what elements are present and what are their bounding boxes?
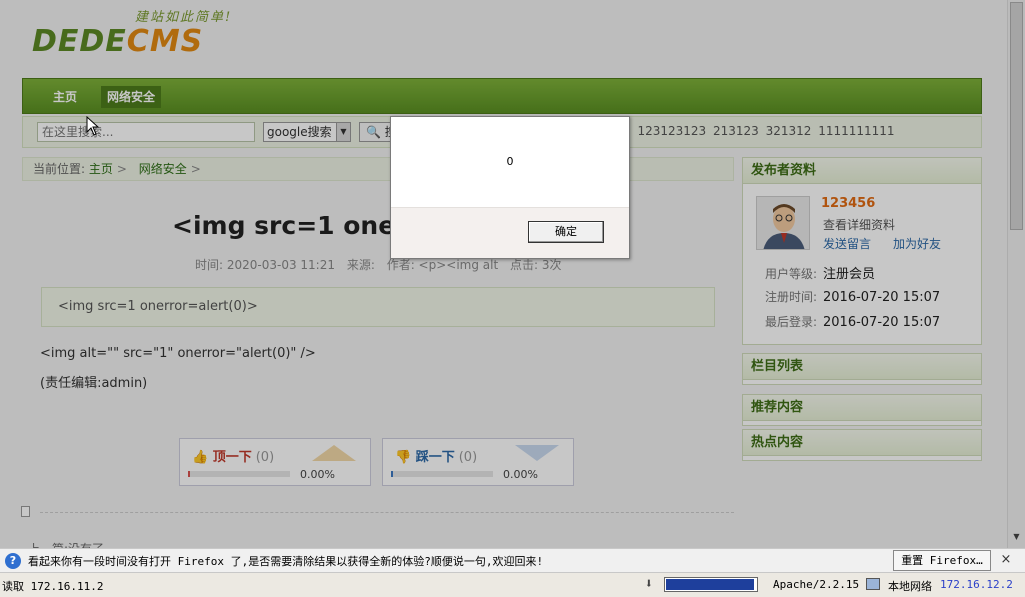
download-arrow-icon[interactable]: ⬇ [641,576,657,593]
network-ip: 172.16.12.2 [940,578,1013,591]
server-info: Apache/2.2.15 [773,578,860,591]
ok-button[interactable]: 确定 [528,221,604,243]
info-icon: ? [5,553,21,569]
notification-text: 看起来你有一段时间没有打开 Firefox 了,是否需要清除结果以获得全新的体验… [28,555,544,568]
alert-footer: 确定 [391,207,629,258]
load-progress-fill [666,579,754,590]
status-bar: 读取 172.16.11.2 ⬇ Apache/2.2.15 本地网络 172.… [0,572,1025,597]
web-page: 建站如此简单! DEDECMS 主页 网络安全 google搜索 ▼ 🔍 搜 1… [0,0,1025,548]
network-label: 本地网络 [888,580,932,593]
mouse-cursor-icon [86,116,100,136]
alert-dialog: 0 确定 [390,116,630,259]
load-progress-bar [664,577,758,592]
reset-firefox-button[interactable]: 重置 Firefox… [893,550,991,571]
notification-bar: ? 看起来你有一段时间没有打开 Firefox 了,是否需要清除结果以获得全新的… [0,548,1025,572]
network-icon [866,578,880,590]
close-icon[interactable]: × [999,552,1013,568]
status-text: 读取 172.16.11.2 [2,580,104,593]
modal-overlay [0,0,1025,548]
alert-message: 0 [506,155,514,168]
